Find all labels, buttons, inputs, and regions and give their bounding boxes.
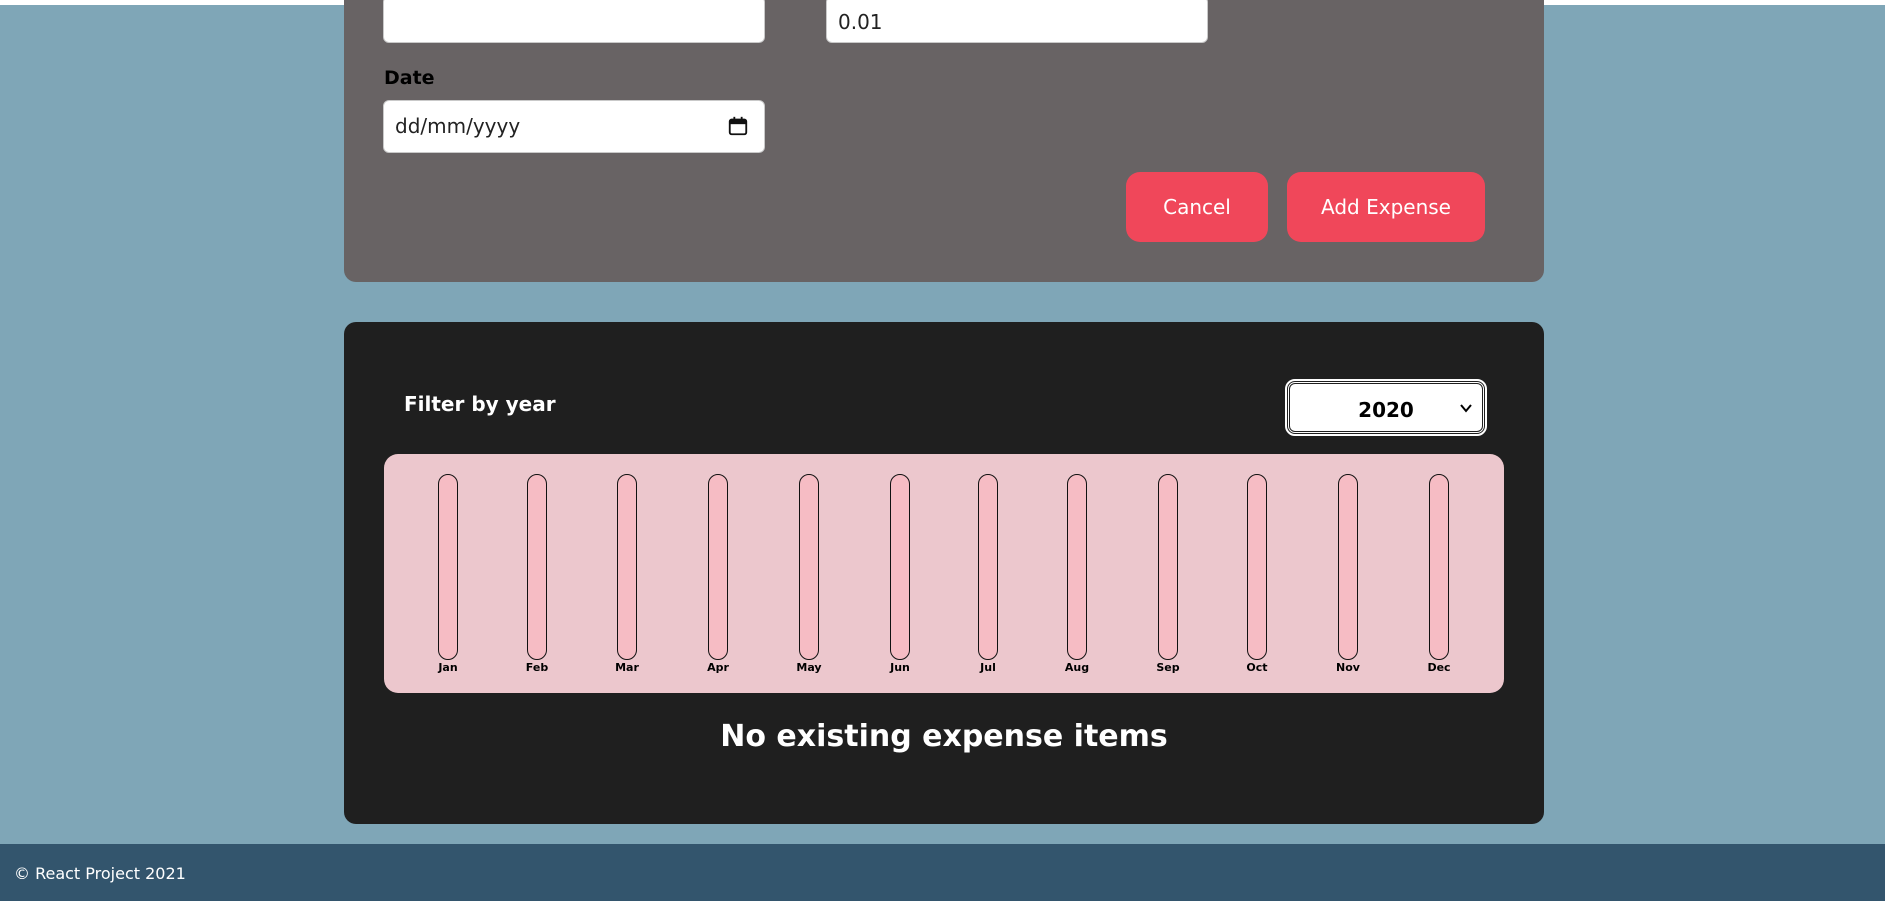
cancel-button[interactable]: Cancel: [1126, 172, 1268, 242]
chart-bar-feb: Feb: [507, 474, 567, 679]
filter-label: Filter by year: [404, 392, 556, 416]
chart-bar-track: [799, 474, 819, 660]
expenses-chart: Jan Feb Mar Apr May Jun Jul Aug Sep Oct Nov Dec: [384, 454, 1504, 693]
chart-bar-label: Aug: [1064, 661, 1090, 674]
chart-bar-track: [1338, 474, 1358, 660]
chart-bar-label: Dec: [1427, 661, 1451, 674]
chart-bar-may: May: [779, 474, 839, 679]
date-label: Date: [384, 67, 435, 89]
empty-message: No existing expense items: [720, 719, 1168, 754]
amount-input[interactable]: 0.01: [826, 0, 1208, 43]
add-expense-button[interactable]: Add Expense: [1287, 172, 1485, 242]
chart-bar-label: Nov: [1336, 661, 1360, 674]
chart-bar-track: [617, 474, 637, 660]
chart-bar-track: [978, 474, 998, 660]
footer-text: © React Project 2021: [14, 864, 186, 883]
chart-bar-track: [890, 474, 910, 660]
amount-value: 0.01: [838, 10, 883, 34]
date-placeholder: dd/mm/yyyy: [395, 114, 521, 138]
chart-bar-label: Jul: [980, 661, 996, 674]
chart-bar-label: Feb: [525, 661, 549, 674]
chart-bar-dec: Dec: [1409, 474, 1469, 679]
chart-bar-track: [527, 474, 547, 660]
chart-bar-nov: Nov: [1318, 474, 1378, 679]
chart-bar-oct: Oct: [1227, 474, 1287, 679]
chart-bar-track: [708, 474, 728, 660]
chart-bar-label: Sep: [1156, 661, 1180, 674]
chart-bar-track: [1067, 474, 1087, 660]
chart-bar-track: [1247, 474, 1267, 660]
chart-bar-track: [1158, 474, 1178, 660]
chart-bar-label: Mar: [615, 661, 639, 674]
chart-bar-track: [1429, 474, 1449, 660]
title-input[interactable]: [383, 0, 765, 43]
chart-bar-jan: Jan: [418, 474, 478, 679]
chart-bar-label: Apr: [707, 661, 729, 674]
chart-bar-label: Jan: [438, 661, 458, 674]
chart-bar-jul: Jul: [958, 474, 1018, 679]
date-input[interactable]: dd/mm/yyyy: [383, 100, 765, 153]
chart-bar-aug: Aug: [1047, 474, 1107, 679]
chart-bar-mar: Mar: [597, 474, 657, 679]
chart-bar-label: Oct: [1246, 661, 1268, 674]
chart-bar-label: Jun: [890, 661, 910, 674]
chart-bar-jun: Jun: [870, 474, 930, 679]
calendar-icon[interactable]: [727, 115, 749, 137]
chart-bar-apr: Apr: [688, 474, 748, 679]
chart-bar-label: May: [796, 661, 822, 674]
chevron-down-icon: [1460, 404, 1472, 413]
year-select[interactable]: 2020: [1285, 379, 1487, 436]
chart-bar-track: [438, 474, 458, 660]
chart-bar-sep: Sep: [1138, 474, 1198, 679]
footer: © React Project 2021: [0, 844, 1885, 901]
selected-year: 2020: [1358, 398, 1414, 422]
